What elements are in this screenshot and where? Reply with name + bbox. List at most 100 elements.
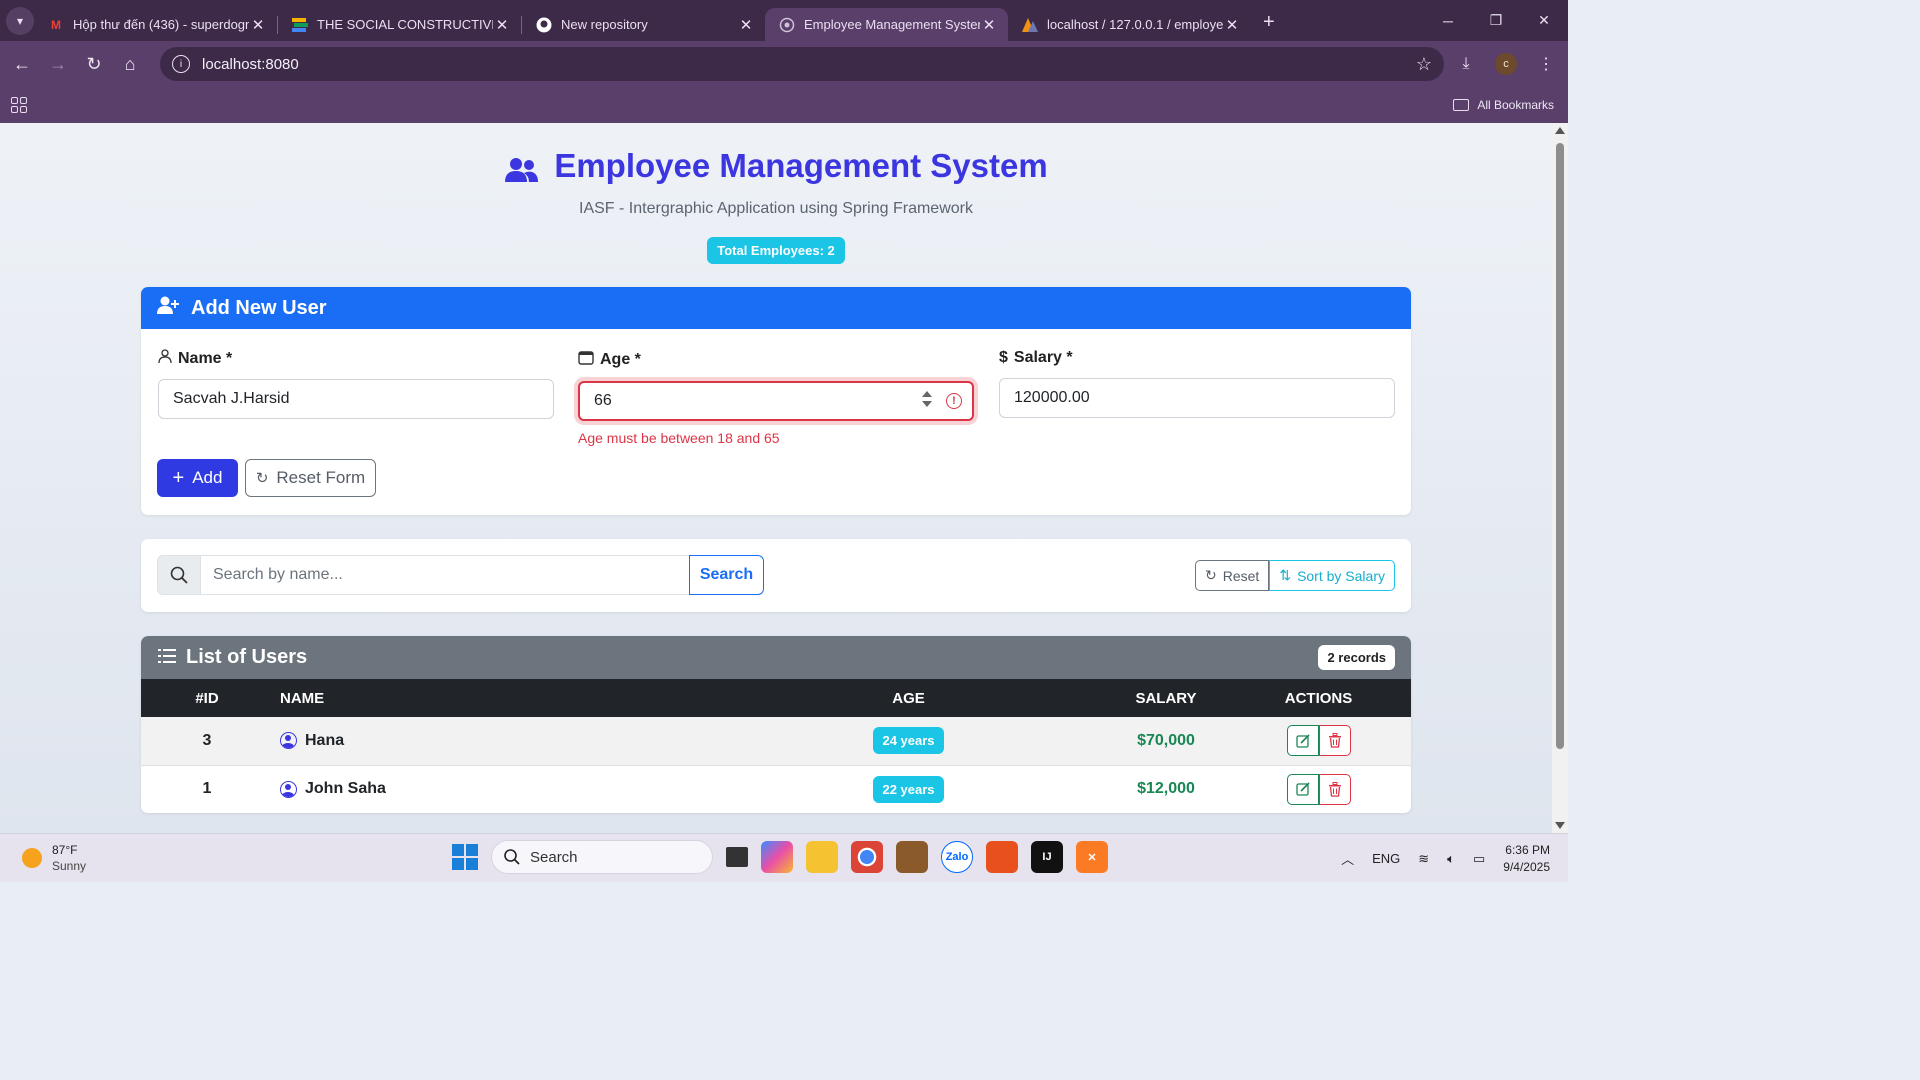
battery-icon[interactable]: ▭ xyxy=(1473,851,1485,867)
reset-form-button[interactable]: ↻ Reset Form xyxy=(245,459,376,497)
age-input[interactable]: 66 ! xyxy=(578,381,974,421)
menu-kebab-icon[interactable]: ⋮ xyxy=(1532,46,1560,82)
reset-search-button[interactable]: ↻ Reset xyxy=(1195,560,1270,591)
volume-icon[interactable]: 🔈︎ xyxy=(1447,851,1455,867)
bookmarks-bar: All Bookmarks xyxy=(0,87,1568,123)
wifi-icon[interactable]: ≋ xyxy=(1418,851,1429,867)
reload-icon[interactable]: ↻ xyxy=(76,46,112,82)
reset-form-label: Reset Form xyxy=(276,468,366,487)
address-bar[interactable]: i localhost:8080 ☆ xyxy=(160,47,1444,81)
edit-icon xyxy=(1295,782,1310,796)
page-title-wrap: Employee Management System xyxy=(504,147,1048,185)
file-explorer-icon[interactable] xyxy=(806,841,838,873)
edit-button[interactable] xyxy=(1286,725,1319,757)
add-button-label: Add xyxy=(192,468,223,487)
minimize-icon[interactable]: ─ xyxy=(1424,0,1472,41)
scrollbar-thumb[interactable] xyxy=(1556,143,1564,749)
sort-by-salary-button[interactable]: ⇅ Sort by Salary xyxy=(1269,560,1395,591)
tab-search-button[interactable]: ▾ xyxy=(6,6,34,35)
bookmark-star-icon[interactable]: ☆ xyxy=(1416,54,1432,75)
new-tab-button[interactable]: + xyxy=(1263,11,1275,34)
name-input[interactable]: Sacvah J.Harsid xyxy=(158,379,554,419)
browser-tab-active[interactable]: Employee Management System ✕ xyxy=(765,8,1008,41)
scroll-up-icon[interactable] xyxy=(1555,127,1565,134)
user-circle-icon xyxy=(280,780,297,798)
column-header-age[interactable]: Age xyxy=(711,679,1106,717)
chevron-up-icon[interactable]: ︿ xyxy=(1341,849,1354,868)
scroll-down-icon[interactable] xyxy=(1555,822,1565,829)
age-field-group: Age * 66 ! Age must be between 18 and 65 xyxy=(578,349,974,446)
total-employees-badge: Total Employees: 2 xyxy=(707,237,845,264)
close-tab-icon[interactable]: ✕ xyxy=(1223,16,1241,34)
toolbar-right: ⤓ c ⋮ xyxy=(1452,46,1560,82)
page-content: Employee Management System IASF - Interg… xyxy=(0,123,1552,833)
tab-title: New repository xyxy=(561,17,648,32)
all-bookmarks-button[interactable]: All Bookmarks xyxy=(1453,98,1554,112)
windows-taskbar: 87°F Sunny Search Zalo IJ ✕ ︿ ENG ≋ 🔈︎ ▭… xyxy=(0,833,1568,882)
salary-field-group: $ Salary * 120000.00 xyxy=(999,349,1395,418)
search-icon xyxy=(504,849,520,865)
column-header-id[interactable]: #ID xyxy=(141,679,273,717)
app-portrait-icon[interactable] xyxy=(896,841,928,873)
person-icon xyxy=(158,349,172,368)
site-info-icon[interactable]: i xyxy=(172,55,190,73)
browser-tab[interactable]: New repository ✕ xyxy=(522,8,765,41)
users-icon xyxy=(504,153,539,182)
window-controls: ─ ❐ ✕ xyxy=(1424,0,1568,41)
chrome-icon[interactable] xyxy=(851,841,883,873)
sort-icon: ⇅ xyxy=(1279,567,1292,583)
dollar-icon: $ xyxy=(999,349,1008,366)
row-age-cell: 24 years xyxy=(711,717,1106,765)
browser-tab[interactable]: localhost / 127.0.0.1 / employe ✕ xyxy=(1008,8,1251,41)
close-tab-icon[interactable]: ✕ xyxy=(249,16,267,34)
intellij-icon[interactable]: IJ xyxy=(1031,841,1063,873)
search-input[interactable]: Search by name... xyxy=(201,555,689,595)
salary-input[interactable]: 120000.00 xyxy=(999,378,1395,418)
restore-icon[interactable]: ❐ xyxy=(1472,0,1520,41)
row-salary: $12,000 xyxy=(1137,780,1195,797)
plus-icon: + xyxy=(172,466,185,489)
search-button[interactable]: Search xyxy=(689,555,764,595)
download-icon[interactable]: ⤓ xyxy=(1452,46,1480,82)
profile-button[interactable]: c xyxy=(1492,46,1520,82)
close-tab-icon[interactable]: ✕ xyxy=(737,16,755,34)
trash-icon xyxy=(1328,781,1341,797)
edit-button[interactable] xyxy=(1286,773,1319,805)
home-icon[interactable]: ⌂ xyxy=(112,46,148,82)
url-text: localhost:8080 xyxy=(202,55,299,73)
add-user-title: Add New User xyxy=(191,296,327,319)
row-name-cell: Hana xyxy=(273,717,711,765)
windows-start-icon[interactable] xyxy=(452,844,478,870)
clock[interactable]: 6:36 PM 9/4/2025 xyxy=(1503,842,1550,876)
zalo-icon[interactable]: Zalo xyxy=(941,841,973,873)
row-age-cell: 22 years xyxy=(711,765,1106,813)
search-icon xyxy=(157,555,201,595)
apps-grid-icon[interactable] xyxy=(11,97,27,113)
taskbar-search[interactable]: Search xyxy=(491,840,713,874)
delete-button[interactable] xyxy=(1318,725,1351,757)
weather-desc: Sunny xyxy=(52,859,87,873)
language-indicator[interactable]: ENG xyxy=(1372,851,1400,866)
search-card: Search by name... Search ↻ Reset ⇅ Sort … xyxy=(141,539,1411,612)
task-view-icon[interactable] xyxy=(726,847,748,867)
copilot-icon[interactable] xyxy=(761,841,793,873)
age-stepper[interactable] xyxy=(922,391,932,407)
weather-widget[interactable]: 87°F Sunny xyxy=(22,842,86,874)
page-title: Employee Management System xyxy=(554,147,1048,184)
row-id: 3 xyxy=(202,731,212,749)
back-icon[interactable]: ← xyxy=(4,46,40,82)
reader-icon[interactable] xyxy=(986,841,1018,873)
xampp-icon[interactable]: ✕ xyxy=(1076,841,1108,873)
browser-tab[interactable]: M Hộp thư đến (436) - superdogm ✕ xyxy=(34,8,277,41)
forward-icon[interactable]: → xyxy=(40,46,76,82)
close-tab-icon[interactable]: ✕ xyxy=(980,16,998,34)
browser-tab-bar: ▾ M Hộp thư đến (436) - superdogm ✕ THE … xyxy=(0,0,1568,41)
delete-button[interactable] xyxy=(1318,773,1351,805)
close-tab-icon[interactable]: ✕ xyxy=(493,16,511,34)
browser-tab[interactable]: THE SOCIAL CONSTRUCTIVE LE ✕ xyxy=(278,8,521,41)
add-button[interactable]: + Add xyxy=(157,459,238,497)
column-header-name[interactable]: Name xyxy=(273,679,711,717)
page-scrollbar[interactable] xyxy=(1552,123,1568,833)
close-window-icon[interactable]: ✕ xyxy=(1520,0,1568,41)
column-header-salary[interactable]: Salary xyxy=(1106,679,1226,717)
